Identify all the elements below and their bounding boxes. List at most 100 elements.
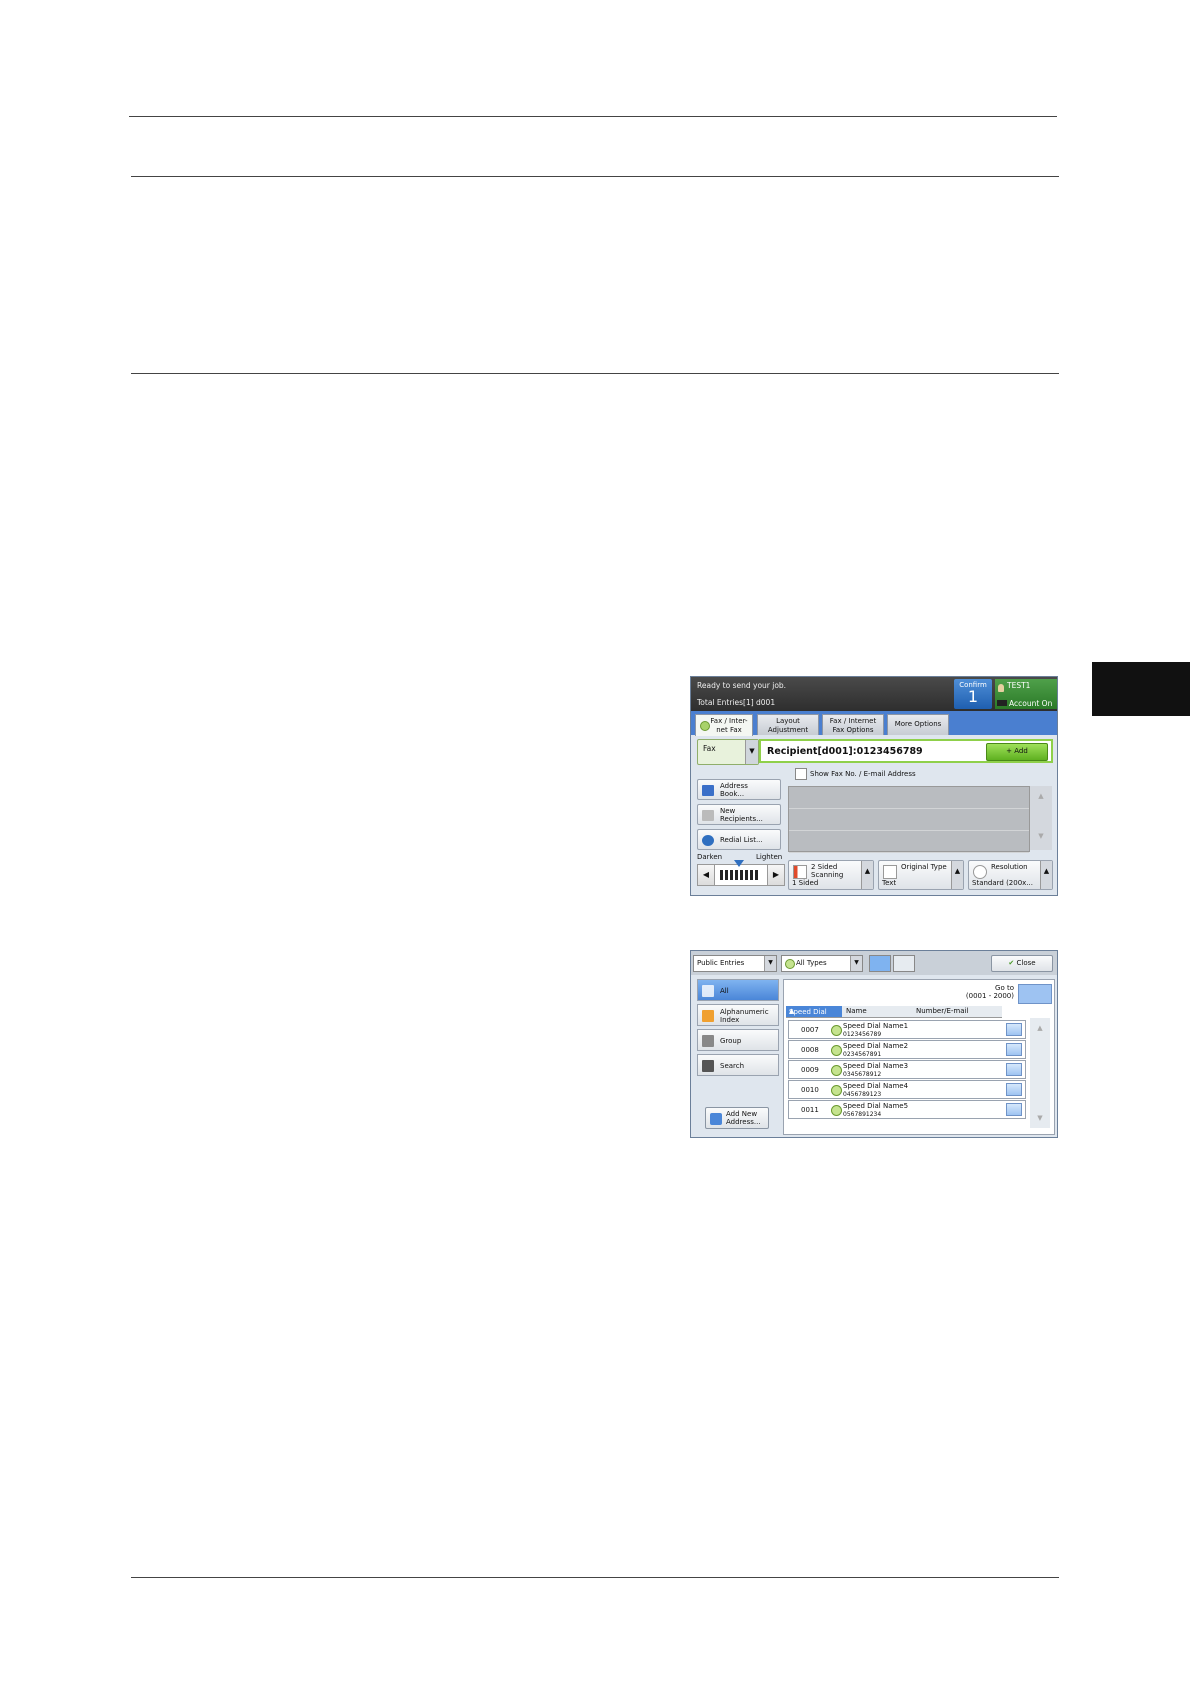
address-book-button[interactable]: Address Book... (697, 779, 781, 800)
show-fax-checkbox[interactable]: Show Fax No. / E-mail Address (795, 768, 916, 780)
scroll-down-icon: ▼ (1037, 1114, 1043, 1122)
details-icon[interactable] (1006, 1063, 1022, 1076)
confirm-button[interactable]: Confirm 1 (954, 679, 992, 709)
density-slider[interactable]: ◀ ▶ (697, 860, 785, 886)
chapter-tab (1092, 662, 1190, 716)
chevron-down-icon: ▼ (745, 740, 758, 764)
details-icon[interactable] (1006, 1023, 1022, 1036)
recipient-value: Recipient[d001]:0123456789 (767, 746, 923, 757)
add-new-address-label: Add New Address... (726, 1110, 761, 1126)
document-icon (883, 865, 897, 879)
phone-icon (702, 835, 714, 846)
entry-name-text: Speed Dial Name2 (843, 1042, 909, 1050)
add-new-address-button[interactable]: Add New Address... (705, 1107, 769, 1129)
two-sided-value: 1 Sided (792, 879, 819, 887)
recipient-field[interactable]: Recipient[d001]:0123456789 + Add (759, 739, 1053, 763)
new-recipients-button[interactable]: New Recipients... (697, 804, 781, 825)
group-icon (702, 1035, 714, 1047)
redial-list-button[interactable]: Redial List... (697, 829, 781, 850)
list-item[interactable] (789, 831, 1029, 853)
close-button[interactable]: ✔ Close (991, 955, 1053, 972)
address-book-label: Address Book... (720, 782, 748, 798)
account-button[interactable]: TEST1 Account On (995, 679, 1057, 709)
entry-name: Speed Dial Name2 0234567891 (843, 1042, 908, 1059)
resolution-button[interactable]: Resolution Standard (200x... ▲ (968, 860, 1053, 890)
two-sided-scanning-button[interactable]: 2 Sided Scanning 1 Sided ▲ (788, 860, 874, 890)
table-row[interactable]: 0007 Speed Dial Name1 0123456789 (788, 1020, 1026, 1039)
redial-list-label: Redial List... (720, 836, 763, 844)
column-name[interactable]: Name (846, 1007, 867, 1015)
fax-type-select[interactable]: Fax ▼ (697, 739, 759, 765)
list-item[interactable] (789, 809, 1029, 831)
types-value: All Types (796, 959, 827, 967)
column-speed-dial[interactable]: Speed Dial ▲ (786, 1006, 842, 1017)
scroll-up-icon: ▲ (1037, 1024, 1043, 1032)
list-scrollbar[interactable]: ▲ ▼ (1030, 786, 1052, 850)
sidebar-item-label: Search (720, 1062, 745, 1070)
details-icon[interactable] (1006, 1103, 1022, 1116)
entry-name: Speed Dial Name1 0123456789 (843, 1022, 908, 1039)
speed-dial-number: 0009 (801, 1066, 819, 1074)
go-to-range: (0001 - 2000) (965, 992, 1014, 1000)
tab-more-label: More Options (894, 720, 942, 728)
address-list-panel: Go to (0001 - 2000) Speed Dial ▲ Name Nu… (783, 979, 1055, 1135)
entries-select[interactable]: Public Entries ▼ (693, 955, 777, 972)
letter-a-icon (702, 1010, 714, 1022)
keypad-icon (702, 810, 714, 821)
list-scrollbar[interactable]: ▲ ▼ (1030, 1018, 1050, 1128)
table-row[interactable]: 0010 Speed Dial Name4 0456789123 (788, 1080, 1026, 1099)
tab-more-options[interactable]: More Options (887, 714, 949, 735)
two-sided-label: 2 Sided Scanning (811, 863, 844, 879)
sidebar-item-label: All (720, 987, 729, 995)
entry-name: Speed Dial Name5 0567891234 (843, 1102, 908, 1119)
column-number[interactable]: Number/E-mail (916, 1007, 968, 1015)
column-label: Speed Dial (789, 1008, 827, 1016)
table-row[interactable]: 0011 Speed Dial Name5 0567891234 (788, 1100, 1026, 1119)
footer-rule (131, 1577, 1059, 1578)
binoculars-icon (702, 1060, 714, 1072)
sidebar-item-all[interactable]: All (697, 979, 779, 1001)
original-type-button[interactable]: Original Type Text ▲ (878, 860, 964, 890)
arrow-left-icon[interactable]: ◀ (698, 865, 715, 885)
scroll-up-icon: ▲ (1038, 792, 1044, 800)
tab-fax[interactable]: Fax / Inter- net Fax (695, 714, 753, 736)
table-header: Speed Dial ▲ Name Number/E-mail (786, 1006, 1002, 1018)
table-row[interactable]: 0009 Speed Dial Name3 0345678912 (788, 1060, 1026, 1079)
sidebar-item-alphanumeric[interactable]: Alphanumeric Index (697, 1004, 779, 1026)
entry-name-text: Speed Dial Name5 (843, 1102, 909, 1110)
arrow-right-icon[interactable]: ▶ (767, 865, 784, 885)
table-row[interactable]: 0008 Speed Dial Name2 0234567891 (788, 1040, 1026, 1059)
list-item[interactable] (789, 787, 1029, 809)
new-recipients-label: New Recipients... (720, 807, 763, 823)
scroll-down-icon: ▼ (1038, 832, 1044, 840)
header-rule (129, 116, 1057, 117)
status-bar: Ready to send your job. Total Entries[1]… (691, 677, 1057, 711)
tab-fax-options[interactable]: Fax / Internet Fax Options (822, 714, 884, 735)
details-icon[interactable] (1006, 1043, 1022, 1056)
tab-layout-adjustment[interactable]: Layout Adjustment (757, 714, 819, 735)
check-icon: ✔ (1008, 959, 1015, 967)
address-book-icon (702, 785, 714, 796)
grid-view-icon[interactable] (893, 955, 915, 972)
sidebar-item-group[interactable]: Group (697, 1029, 779, 1051)
sidebar-item-search[interactable]: Search (697, 1054, 779, 1076)
types-select[interactable]: All Types ▼ (781, 955, 863, 972)
chevron-down-icon: ▼ (764, 956, 776, 971)
go-to-input[interactable] (1018, 984, 1052, 1004)
speed-dial-number: 0007 (801, 1026, 819, 1034)
go-to-label: Go to (0001 - 2000) (954, 984, 1014, 1000)
total-entries-text: Total Entries[1] d001 (697, 698, 776, 707)
add-button[interactable]: + Add (986, 743, 1048, 761)
details-icon[interactable] (1006, 1083, 1022, 1096)
account-icon (997, 700, 1007, 706)
sidebar-item-label: Alphanumeric Index (720, 1008, 769, 1024)
entry-name: Speed Dial Name4 0456789123 (843, 1082, 908, 1099)
list-view-icon[interactable] (869, 955, 891, 972)
show-fax-label: Show Fax No. / E-mail Address (810, 770, 916, 778)
entry-number: 0345678912 (843, 1071, 882, 1078)
tab-options-label: Fax / Internet Fax Options (829, 717, 877, 734)
resolution-label: Resolution (991, 863, 1028, 871)
section-rule-mid (131, 373, 1059, 374)
two-sided-icon (793, 865, 807, 879)
user-name: TEST1 (1007, 681, 1031, 690)
